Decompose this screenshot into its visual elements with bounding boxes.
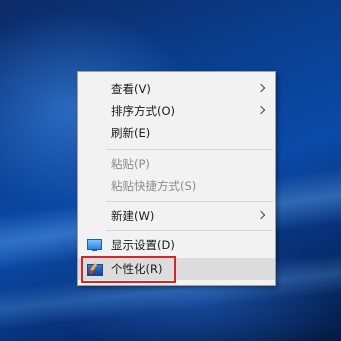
menu-item-label: 粘贴(P) — [111, 157, 150, 171]
menu-separator — [106, 230, 273, 231]
menu-item-paste[interactable]: 粘贴(P) — [78, 153, 275, 175]
menu-item-label: 个性化(R) — [111, 262, 163, 276]
menu-separator — [106, 201, 273, 202]
menu-item-label: 新建(W) — [111, 209, 155, 223]
menu-item-personalize[interactable]: 个性化(R) — [78, 258, 275, 280]
display-settings-icon — [87, 239, 102, 251]
chevron-right-icon — [256, 83, 266, 93]
menu-separator — [106, 149, 273, 150]
menu-item-new[interactable]: 新建(W) — [78, 205, 275, 227]
menu-item-display-settings[interactable]: 显示设置(D) — [78, 234, 275, 256]
chevron-right-icon — [256, 105, 266, 115]
menu-item-view[interactable]: 查看(V) — [78, 78, 275, 100]
menu-item-sort-by[interactable]: 排序方式(O) — [78, 100, 275, 122]
menu-item-refresh[interactable]: 刷新(E) — [78, 122, 275, 144]
desktop-context-menu: 查看(V) 排序方式(O) 刷新(E) 粘贴(P) 粘贴快捷方式(S) 新建(W… — [77, 71, 276, 286]
chevron-right-icon — [256, 210, 266, 220]
menu-item-label: 刷新(E) — [111, 126, 151, 140]
menu-item-label: 排序方式(O) — [111, 104, 176, 118]
menu-item-label: 显示设置(D) — [111, 238, 175, 252]
menu-item-label: 查看(V) — [111, 82, 151, 96]
menu-item-paste-shortcut[interactable]: 粘贴快捷方式(S) — [78, 175, 275, 197]
menu-item-label: 粘贴快捷方式(S) — [111, 179, 197, 193]
personalize-icon — [87, 262, 103, 276]
